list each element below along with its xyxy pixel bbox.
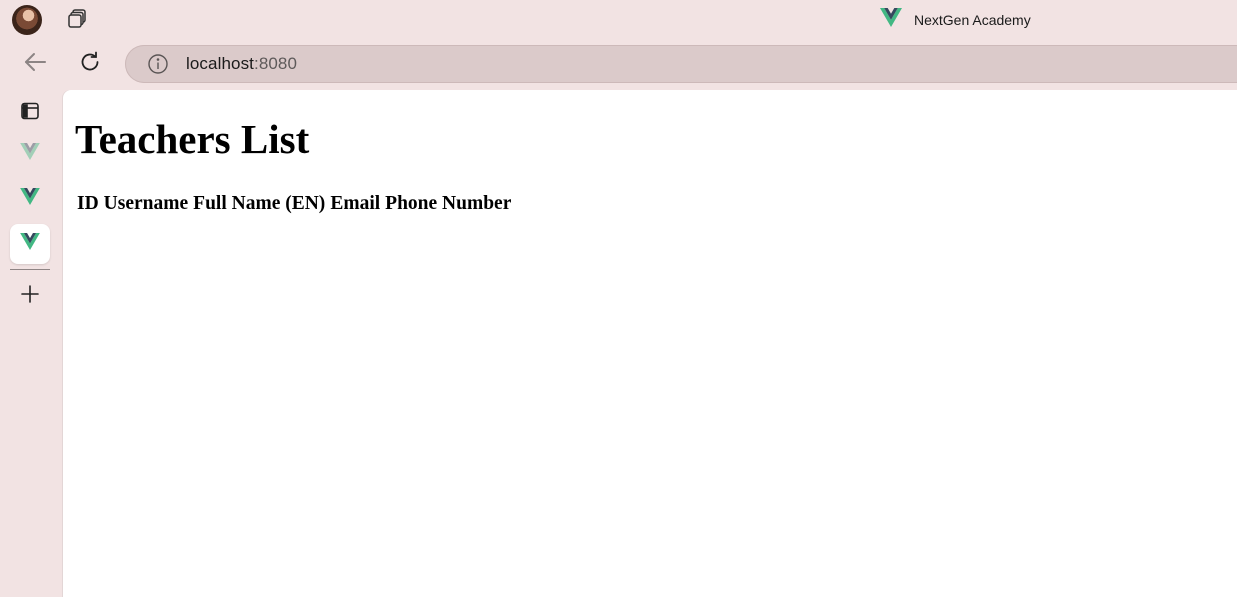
column-header-full-name: Full Name (EN): [193, 193, 326, 214]
page-viewport: Teachers List ID Username Full Name (EN)…: [63, 90, 1237, 597]
vertical-tabs-sidebar: [0, 90, 62, 597]
page-title: Teachers List: [75, 116, 310, 162]
plus-icon: [20, 284, 40, 309]
vue-logo-icon: [20, 233, 40, 255]
toggle-tab-panel-button[interactable]: [10, 93, 50, 133]
back-button[interactable]: [19, 48, 51, 80]
tab-item[interactable]: [10, 134, 50, 174]
reload-icon: [78, 50, 102, 79]
column-header-email: Email: [330, 193, 381, 214]
teachers-table-header: ID Username Full Name (EN) Email Phone N…: [77, 193, 511, 215]
sidebar-panel-icon: [20, 101, 40, 126]
vue-logo-icon: [880, 8, 902, 32]
tab-item-active[interactable]: [10, 224, 50, 264]
url-host: localhost: [186, 54, 254, 73]
address-bar[interactable]: localhost:8080: [125, 45, 1237, 83]
site-info-icon[interactable]: [147, 53, 169, 75]
url-port: :8080: [254, 54, 298, 73]
profile-avatar[interactable]: [12, 5, 42, 35]
tab-item[interactable]: [10, 179, 50, 219]
vue-logo-icon: [20, 188, 40, 210]
new-tab-button[interactable]: [10, 276, 50, 316]
sidebar-divider: [10, 269, 50, 270]
window-title-text: NextGen Academy: [914, 12, 1031, 28]
window-title: NextGen Academy: [880, 8, 1031, 32]
workspaces-button[interactable]: [65, 8, 89, 32]
workspaces-icon: [66, 7, 88, 34]
column-header-id: ID: [77, 193, 99, 214]
url-text[interactable]: localhost:8080: [186, 54, 297, 74]
browser-window: NextGen Academy localhost:8080 Teachers …: [0, 0, 1237, 597]
arrow-left-icon: [22, 49, 48, 80]
title-bar: NextGen Academy: [0, 0, 1237, 40]
reload-button[interactable]: [74, 48, 106, 80]
column-header-username: Username: [103, 193, 189, 214]
navigation-toolbar: localhost:8080: [0, 42, 1237, 86]
column-header-phone: Phone Number: [385, 193, 512, 214]
vue-logo-icon: [20, 143, 40, 165]
